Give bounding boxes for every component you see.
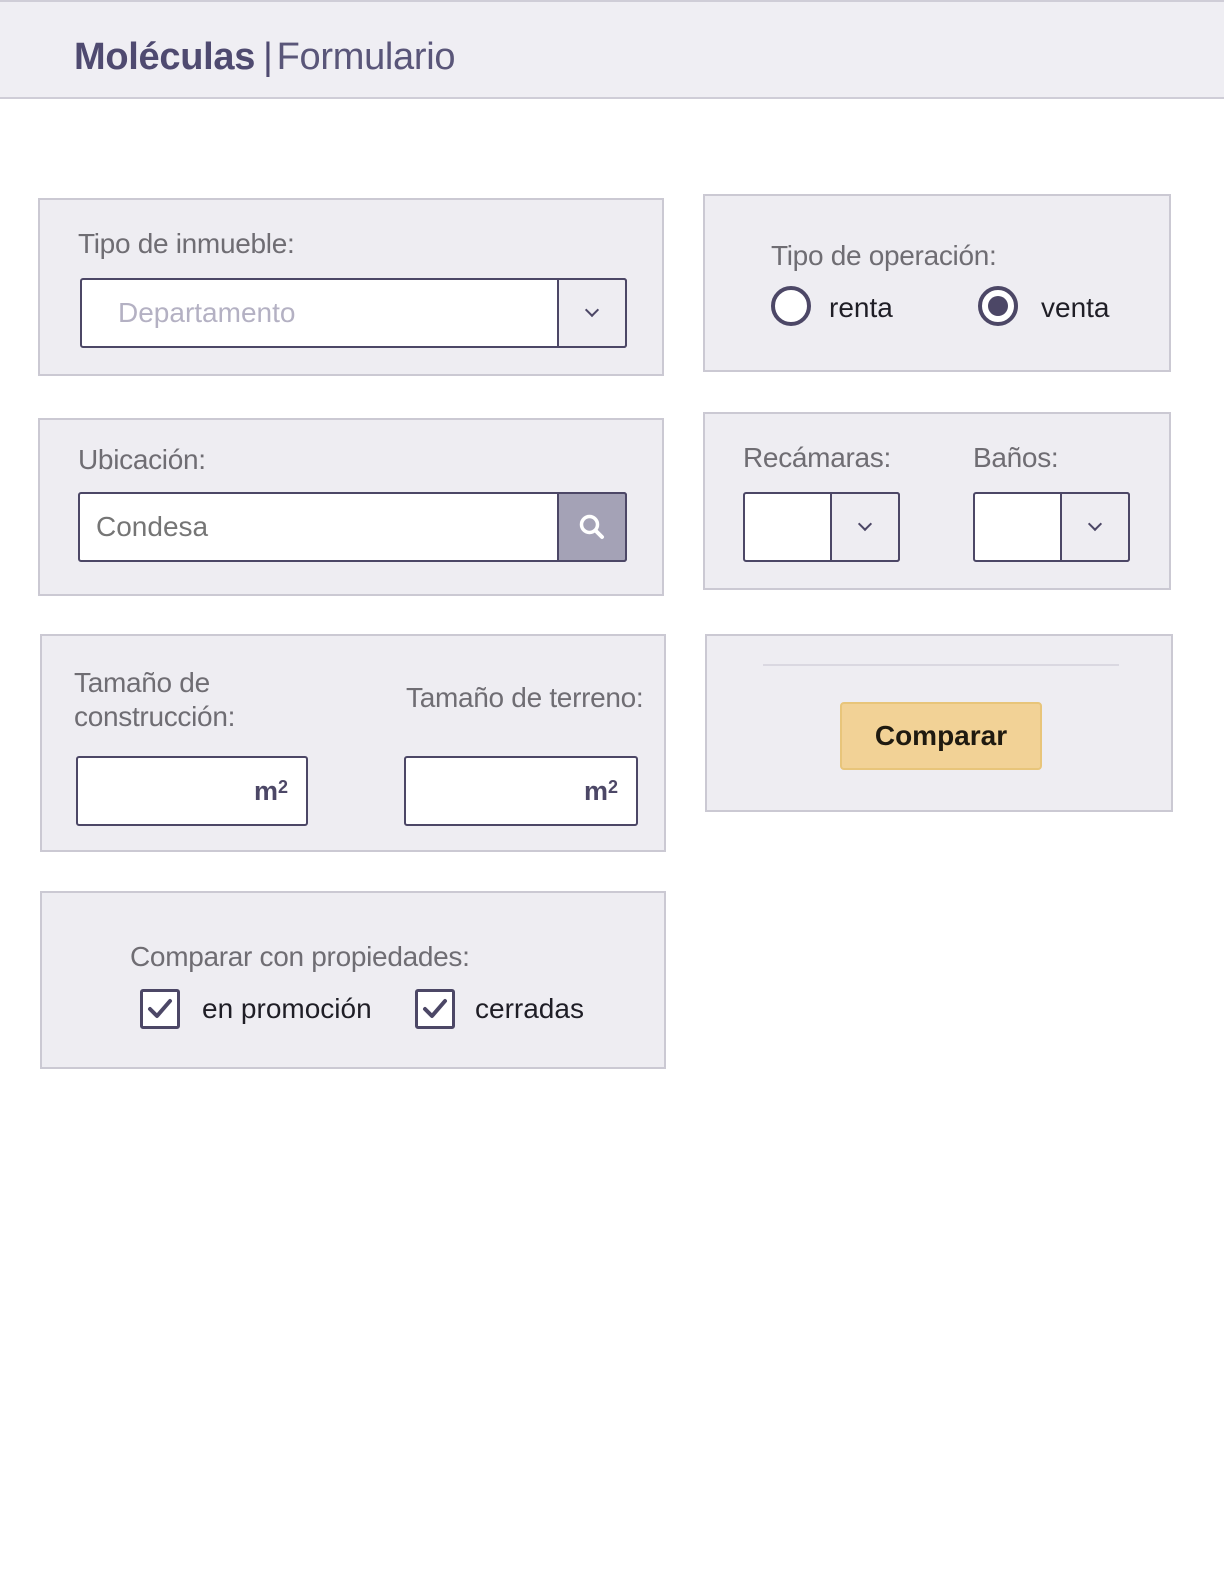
bathrooms-label: Baños: xyxy=(973,442,1059,473)
property-type-value: Departamento xyxy=(118,297,296,328)
chevron-down-icon xyxy=(857,516,873,532)
radio-renta[interactable] xyxy=(771,286,811,326)
land-size-label: Tamaño de terreno: xyxy=(406,682,644,713)
brand-subtitle: Formulario xyxy=(276,36,456,78)
location-search-field[interactable] xyxy=(78,492,627,562)
radio-renta-label[interactable]: renta xyxy=(829,292,893,324)
unit-label: m2 xyxy=(583,775,618,806)
checkbox-cerradas-label[interactable]: cerradas xyxy=(475,993,584,1025)
checkmark-icon xyxy=(423,999,447,1018)
location-label: Ubicación: xyxy=(78,444,206,475)
location-search-input[interactable] xyxy=(96,494,536,560)
construction-size-label: Tamaño de construcción: xyxy=(74,667,236,732)
location-panel: Ubicación: xyxy=(38,418,664,596)
divider xyxy=(763,664,1119,666)
property-type-dropdown-button[interactable] xyxy=(557,278,627,348)
checkmark-icon xyxy=(148,999,172,1018)
bedrooms-label: Recámaras: xyxy=(743,442,891,473)
compare-button[interactable]: Comparar xyxy=(840,702,1042,770)
rooms-panel: Recámaras: Baños: xyxy=(703,412,1171,590)
unit-label: m2 xyxy=(253,775,288,806)
chevron-down-icon xyxy=(584,302,600,318)
title-separator: | xyxy=(263,36,273,78)
bathrooms-dropdown-button[interactable] xyxy=(1060,492,1130,562)
bathrooms-select[interactable] xyxy=(973,492,1130,562)
operation-type-panel: Tipo de operación: renta venta xyxy=(703,194,1171,372)
page-title: Moléculas | Formulario xyxy=(74,36,456,79)
radio-venta-label[interactable]: venta xyxy=(1041,292,1110,324)
construction-size-input[interactable]: m2 xyxy=(76,756,308,826)
property-type-label: Tipo de inmueble: xyxy=(78,228,295,259)
brand-name: Moléculas xyxy=(74,36,256,78)
chevron-down-icon xyxy=(1087,516,1103,532)
radio-venta[interactable] xyxy=(978,286,1018,326)
bedrooms-select[interactable] xyxy=(743,492,900,562)
bedrooms-dropdown-button[interactable] xyxy=(830,492,900,562)
compare-with-label: Comparar con propiedades: xyxy=(130,941,470,972)
land-size-input[interactable]: m2 xyxy=(404,756,638,826)
operation-type-label: Tipo de operación: xyxy=(771,240,997,271)
compare-panel: Comparar xyxy=(705,634,1173,812)
property-type-panel: Tipo de inmueble: Departamento xyxy=(38,198,664,376)
search-icon xyxy=(579,514,604,539)
checkbox-en-promocion[interactable] xyxy=(140,989,180,1029)
checkbox-en-promocion-label[interactable]: en promoción xyxy=(202,993,372,1025)
app-header: Moléculas | Formulario xyxy=(0,0,1224,99)
sizes-panel: Tamaño de construcción: Tamaño de terren… xyxy=(40,634,666,852)
location-search-button[interactable] xyxy=(557,492,627,562)
compare-with-panel: Comparar con propiedades: en promoción c… xyxy=(40,891,666,1069)
radio-selected-dot xyxy=(988,296,1008,316)
checkbox-cerradas[interactable] xyxy=(415,989,455,1029)
property-type-select[interactable]: Departamento xyxy=(80,278,627,348)
